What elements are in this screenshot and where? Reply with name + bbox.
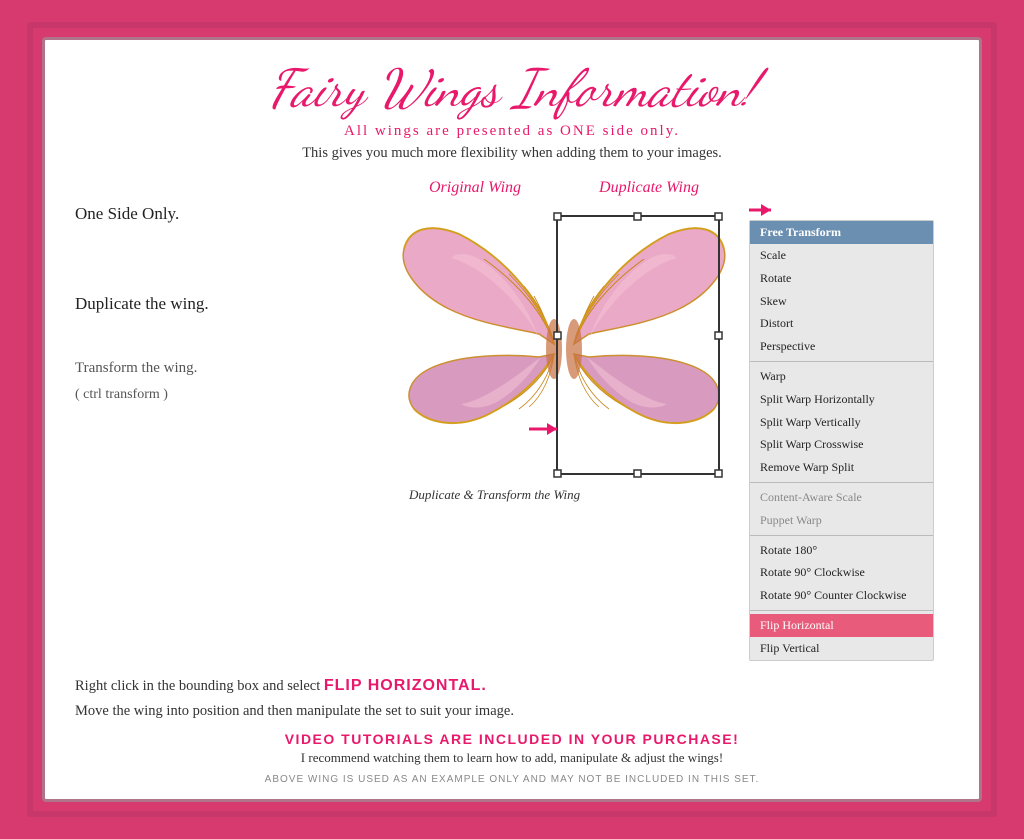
page-title: Fairy Wings Information! [268, 60, 755, 117]
menu-item-rotate-90-ccw[interactable]: Rotate 90° Counter Clockwise [750, 584, 933, 607]
menu-item-warp[interactable]: Warp [750, 365, 933, 388]
label-one-side: One Side Only. [75, 204, 369, 224]
separator-4 [750, 610, 933, 611]
separator-3 [750, 535, 933, 536]
label-duplicate: Duplicate the wing. [75, 294, 369, 314]
flip-line: Right click in the bounding box and sele… [75, 677, 949, 695]
footer-line: ABOVE WING IS USED AS AN EXAMPLE ONLY AN… [75, 774, 949, 785]
wings-illustration [389, 194, 729, 489]
menu-item-split-warp-v[interactable]: Split Warp Vertically [750, 411, 933, 434]
menu-item-split-warp-c[interactable]: Split Warp Crosswise [750, 433, 933, 456]
menu-item-content-aware[interactable]: Content-Aware Scale [750, 486, 933, 509]
subtitle-one-side: All wings are presented as ONE side only… [344, 123, 680, 140]
menu-item-scale[interactable]: Scale [750, 244, 933, 267]
menu-arrow-area [749, 202, 949, 218]
menu-item-perspective[interactable]: Perspective [750, 335, 933, 358]
bottom-section: Right click in the bounding box and sele… [75, 677, 949, 785]
menu-item-flip-v[interactable]: Flip Vertical [750, 637, 933, 660]
center-column: Original Wing Duplicate Wing [379, 174, 739, 671]
move-line: Move the wing into position and then man… [75, 701, 949, 723]
menu-item-rotate-180[interactable]: Rotate 180° [750, 539, 933, 562]
menu-item-distort[interactable]: Distort [750, 312, 933, 335]
menu-item-free-transform[interactable]: Free Transform [750, 221, 933, 244]
outer-border: Fairy Wings Information! All wings are p… [27, 22, 997, 817]
label-transform: Transform the wing. ( ctrl transform ) [75, 354, 369, 405]
menu-item-rotate[interactable]: Rotate [750, 267, 933, 290]
subtitle-flexibility: This gives you much more flexibility whe… [302, 145, 722, 162]
menu-item-puppet-warp[interactable]: Puppet Warp [750, 509, 933, 532]
right-column: Free Transform Scale Rotate Skew Distort… [749, 174, 949, 671]
video-line: VIDEO TUTORIALS ARE INCLUDED IN YOUR PUR… [75, 731, 949, 747]
dup-transform-label: Duplicate & Transform the Wing [409, 487, 580, 504]
inner-card: Fairy Wings Information! All wings are p… [42, 37, 982, 802]
recommend-line: I recommend watching them to learn how t… [75, 750, 949, 766]
separator-1 [750, 361, 933, 362]
left-column: One Side Only. Duplicate the wing. Trans… [75, 174, 369, 671]
context-menu: Free Transform Scale Rotate Skew Distort… [749, 220, 934, 660]
wings-area: Original Wing Duplicate Wing [389, 174, 729, 494]
menu-item-remove-warp[interactable]: Remove Warp Split [750, 456, 933, 479]
separator-2 [750, 482, 933, 483]
main-content: One Side Only. Duplicate the wing. Trans… [75, 174, 949, 671]
menu-item-skew[interactable]: Skew [750, 290, 933, 313]
menu-item-rotate-90-cw[interactable]: Rotate 90° Clockwise [750, 561, 933, 584]
arrow-icon [749, 202, 779, 218]
menu-item-split-warp-h[interactable]: Split Warp Horizontally [750, 388, 933, 411]
menu-item-flip-h[interactable]: Flip Horizontal [750, 614, 933, 637]
